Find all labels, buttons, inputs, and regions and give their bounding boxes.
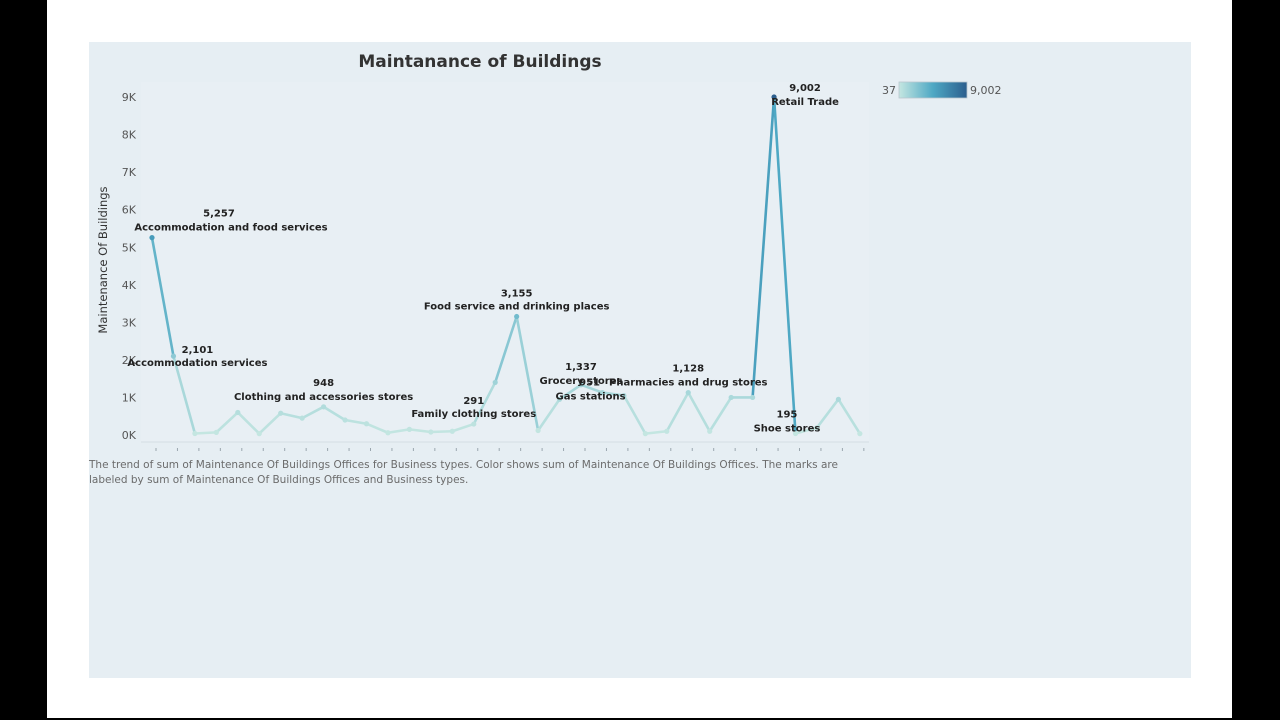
y-tick-label: 8K bbox=[122, 129, 137, 142]
data-point[interactable] bbox=[363, 421, 370, 427]
point-value-label: 195 bbox=[777, 410, 798, 421]
legend-max-label: 9,002 bbox=[970, 84, 1002, 97]
point-value-label: 948 bbox=[313, 378, 334, 389]
data-point[interactable] bbox=[642, 431, 648, 437]
point-value-label: 1,128 bbox=[672, 364, 704, 375]
point-category-label: Food service and drinking places bbox=[424, 302, 610, 313]
point-category-label: Clothing and accessories stores bbox=[234, 392, 413, 403]
data-point[interactable] bbox=[471, 421, 477, 427]
data-point[interactable] bbox=[213, 429, 219, 435]
point-value-label: 9,002 bbox=[789, 83, 821, 94]
data-point[interactable] bbox=[857, 431, 863, 437]
point-category-label: Accommodation and food services bbox=[134, 223, 327, 234]
point-category-label: Pharmacies and drug stores bbox=[609, 378, 768, 389]
line-chart: Maintanance of Buildings Maintenance Of … bbox=[96, 52, 1002, 451]
data-point[interactable] bbox=[256, 431, 262, 437]
y-axis-ticks: 0K1K2K3K4K5K6K7K8K9K bbox=[122, 91, 137, 442]
y-axis-title: Maintenance Of Buildings bbox=[96, 186, 110, 333]
data-point[interactable] bbox=[535, 427, 541, 434]
point-category-label: Gas stations bbox=[556, 391, 626, 402]
data-point[interactable] bbox=[299, 415, 305, 421]
data-point[interactable] bbox=[750, 394, 756, 401]
x-axis-ticks bbox=[155, 448, 865, 451]
point-value-label: 2,101 bbox=[182, 345, 214, 356]
point-category-label: Shoe stores bbox=[754, 424, 821, 435]
point-value-label: 5,257 bbox=[203, 209, 235, 220]
y-tick-label: 1K bbox=[122, 391, 137, 404]
y-tick-label: 5K bbox=[122, 241, 137, 254]
point-value-label: 3,155 bbox=[501, 289, 533, 300]
data-point[interactable] bbox=[235, 409, 241, 416]
y-tick-label: 7K bbox=[122, 166, 137, 179]
point-category-label: Accommodation services bbox=[127, 358, 267, 369]
point-value-label: 1,337 bbox=[565, 362, 597, 373]
point-value-label: 291 bbox=[463, 396, 484, 407]
data-point[interactable] bbox=[514, 313, 520, 320]
y-tick-label: 0K bbox=[122, 429, 137, 442]
data-point[interactable] bbox=[385, 430, 391, 436]
point-category-label: Retail Trade bbox=[771, 97, 839, 108]
data-point[interactable] bbox=[321, 404, 327, 410]
chart-caption: The trend of sum of Maintenance Of Build… bbox=[89, 459, 838, 486]
point-category-label: Family clothing stores bbox=[411, 409, 536, 420]
data-point[interactable] bbox=[449, 428, 455, 434]
data-point[interactable] bbox=[728, 394, 734, 401]
chart-title: Maintanance of Buildings bbox=[358, 52, 601, 72]
data-point[interactable] bbox=[664, 428, 670, 434]
y-tick-label: 6K bbox=[122, 204, 137, 217]
data-point[interactable] bbox=[342, 417, 348, 423]
data-point[interactable] bbox=[707, 428, 713, 434]
data-point[interactable] bbox=[492, 379, 498, 386]
y-tick-label: 4K bbox=[122, 279, 137, 292]
line-segment bbox=[193, 431, 218, 435]
y-tick-label: 3K bbox=[122, 316, 137, 329]
legend-gradient-bar bbox=[898, 81, 968, 99]
data-point[interactable] bbox=[835, 396, 842, 402]
data-point[interactable] bbox=[192, 430, 198, 437]
data-point[interactable] bbox=[406, 426, 412, 432]
data-point[interactable] bbox=[149, 234, 155, 241]
data-point[interactable] bbox=[685, 390, 691, 396]
data-point[interactable] bbox=[428, 429, 434, 435]
y-tick-label: 9K bbox=[122, 91, 137, 104]
color-legend: 37 9,002 bbox=[882, 81, 1002, 99]
data-point[interactable] bbox=[278, 410, 284, 416]
line-segment bbox=[429, 429, 454, 434]
legend-min-label: 37 bbox=[882, 84, 896, 97]
